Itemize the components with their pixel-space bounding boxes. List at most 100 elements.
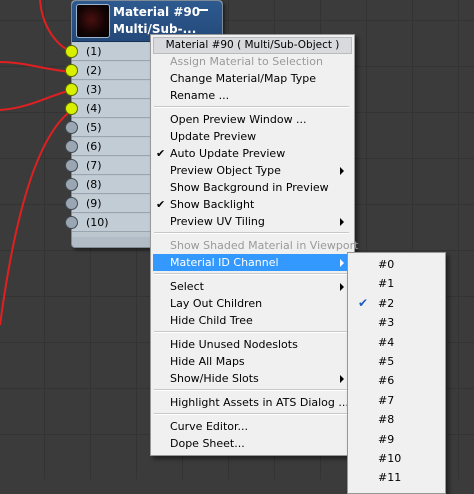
menu-item-assign-material-to-selection: Assign Material to Selection (153, 53, 350, 70)
menu-item-label: Preview UV Tiling (170, 215, 265, 228)
menu-item-material-id-channel[interactable]: Material ID Channel (153, 254, 350, 271)
submenu-item-label: #9 (378, 432, 395, 446)
submenu-item-id-2[interactable]: ✔ #2 (350, 294, 441, 313)
slot-connector-icon[interactable] (65, 102, 78, 115)
slot-connector-icon[interactable] (65, 159, 78, 172)
submenu-item-id-5[interactable]: #5 (350, 352, 441, 371)
menu-item-hide-unused-nodeslots[interactable]: Hide Unused Nodeslots (153, 336, 350, 353)
wire-1 (39, 0, 73, 53)
menu-item-label: Assign Material to Selection (170, 55, 323, 68)
submenu-arrow-icon (340, 167, 344, 175)
submenu-item-id-4[interactable]: #4 (350, 333, 441, 352)
menu-item-hide-all-maps[interactable]: Hide All Maps (153, 353, 350, 370)
menu-item-label: Update Preview (170, 130, 257, 143)
submenu-item-id-1[interactable]: #1 (350, 274, 441, 293)
submenu-arrow-icon (340, 259, 344, 267)
submenu-item-label: #1 (378, 277, 395, 291)
slot-connector-icon[interactable] (65, 45, 78, 58)
menu-item-preview-uv-tiling[interactable]: Preview UV Tiling (153, 213, 350, 230)
submenu-item-label: #3 (378, 316, 395, 330)
wire-3 (0, 89, 73, 111)
submenu-item-label: #7 (378, 393, 395, 407)
slot-label: (10) (86, 216, 109, 229)
submenu-arrow-icon (340, 218, 344, 226)
submenu-item-label: #0 (378, 258, 395, 271)
menu-item-change-material-map-type[interactable]: Change Material/Map Type (153, 70, 350, 87)
context-menu: Material #90 ( Multi/Sub-Object ) Assign… (150, 34, 358, 456)
submenu-arrow-icon (340, 375, 344, 383)
slot-label: (2) (86, 64, 102, 77)
menu-item-label: Rename ... (170, 89, 230, 102)
menu-item-hide-child-tree[interactable]: Hide Child Tree (153, 312, 350, 329)
submenu-item-id-3[interactable]: #3 (350, 313, 441, 332)
submenu-item-id-11[interactable]: #11 (350, 468, 441, 487)
menu-item-open-preview-window[interactable]: Open Preview Window ... (153, 111, 350, 128)
menu-item-label: Highlight Assets in ATS Dialog ... (170, 396, 349, 409)
menu-separator (154, 331, 349, 333)
slot-label: (4) (86, 102, 102, 115)
menu-item-label: Show Background in Preview (170, 181, 329, 194)
slot-connector-icon[interactable] (65, 83, 78, 96)
menu-item-curve-editor[interactable]: Curve Editor... (153, 418, 350, 435)
minimize-icon[interactable] (196, 4, 210, 14)
menu-item-label: Select (170, 280, 204, 293)
menu-separator (154, 232, 349, 234)
slot-label: (1) (86, 45, 102, 58)
submenu-item-id-0[interactable]: #0 (350, 255, 441, 274)
menu-item-label: Open Preview Window ... (170, 113, 307, 126)
submenu-item-label: #2 (378, 296, 395, 310)
checkmark-icon: ✔ (156, 198, 166, 211)
menu-item-show-background-in-preview[interactable]: Show Background in Preview (153, 179, 350, 196)
menu-item-show-backlight[interactable]: ✔ Show Backlight (153, 196, 350, 213)
menu-item-lay-out-children[interactable]: Lay Out Children (153, 295, 350, 312)
menu-item-label: Hide Child Tree (170, 314, 253, 327)
wire-4 (0, 109, 73, 326)
material-preview-thumbnail (76, 4, 110, 38)
submenu-item-id-10[interactable]: #10 (350, 449, 441, 468)
menu-item-label: Lay Out Children (170, 297, 263, 310)
wire-2 (0, 61, 73, 73)
slot-connector-icon[interactable] (65, 64, 78, 77)
slot-label: (8) (86, 178, 102, 191)
menu-item-auto-update-preview[interactable]: ✔ Auto Update Preview (153, 145, 350, 162)
menu-item-label: Hide All Maps (170, 355, 245, 368)
menu-item-highlight-assets-in-ats-dialog[interactable]: Highlight Assets in ATS Dialog ... (153, 394, 350, 411)
submenu-item-label: #8 (378, 413, 395, 427)
slot-label: (3) (86, 83, 102, 96)
slot-label: (9) (86, 197, 102, 210)
submenu-item-label: #4 (378, 335, 395, 349)
submenu-item-id-9[interactable]: #9 (350, 430, 441, 449)
submenu-item-id-6[interactable]: #6 (350, 371, 441, 390)
menu-item-show-hide-slots[interactable]: Show/Hide Slots (153, 370, 350, 387)
menu-separator (154, 389, 349, 391)
slot-label: (6) (86, 140, 102, 153)
submenu-item-label: #11 (378, 471, 402, 485)
menu-item-rename[interactable]: Rename ... (153, 87, 350, 104)
slot-connector-icon[interactable] (65, 216, 78, 229)
menu-item-dope-sheet[interactable]: Dope Sheet... (153, 435, 350, 452)
slot-connector-icon[interactable] (65, 121, 78, 134)
slot-label: (7) (86, 159, 102, 172)
menu-item-select[interactable]: Select (153, 278, 350, 295)
menu-separator (154, 413, 349, 415)
submenu-item-id-7[interactable]: #7 (350, 391, 441, 410)
menu-item-label: Show Shaded Material in Viewport (170, 239, 359, 252)
slot-label: (5) (86, 121, 102, 134)
menu-item-preview-object-type[interactable]: Preview Object Type (153, 162, 350, 179)
menu-item-update-preview[interactable]: Update Preview (153, 128, 350, 145)
menu-separator (154, 106, 349, 108)
slot-connector-icon[interactable] (65, 178, 78, 191)
menu-item-label: Show/Hide Slots (170, 372, 259, 385)
submenu-item-label: #5 (378, 355, 395, 368)
menu-item-show-shaded-material-in-viewport: Show Shaded Material in Viewport (153, 237, 358, 254)
menu-item-label: Change Material/Map Type (170, 72, 316, 85)
slot-connector-icon[interactable] (65, 197, 78, 210)
slot-connector-icon[interactable] (65, 140, 78, 153)
submenu-item-id-8[interactable]: #8 (350, 410, 441, 429)
menu-item-label: Material ID Channel (170, 256, 279, 269)
material-id-submenu: #0 #1 ✔ #2 #3 #4 #5 #6 #7 #8 #9 #10 #11 (347, 252, 446, 494)
checkmark-icon: ✔ (358, 295, 369, 310)
submenu-item-label: #10 (378, 452, 402, 465)
menu-item-label: Show Backlight (170, 198, 255, 211)
menu-item-label: Auto Update Preview (170, 147, 286, 160)
